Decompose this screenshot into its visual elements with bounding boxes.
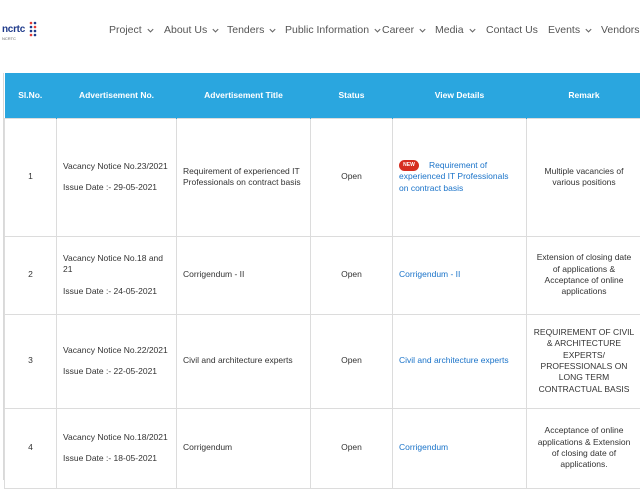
table-row: 3 Vacancy Notice No.22/2021 Issue Date :… [5, 314, 640, 408]
nav-label: Vendors [601, 24, 640, 36]
chevron-down-icon [146, 26, 155, 35]
notice-number: Vacancy Notice No.18/2021 [63, 432, 170, 443]
view-details-link[interactable]: Corrigendum - II [399, 269, 460, 279]
nav-item-project[interactable]: Project [109, 24, 155, 36]
column-header-advertisement-title: Advertisement Title [177, 73, 311, 118]
cell-sl-no: 4 [5, 408, 57, 488]
cell-advertisement-title: Requirement of experienced IT Profession… [177, 118, 311, 236]
nav-item-contact-us[interactable]: Contact Us [486, 24, 538, 36]
cell-view-details: Civil and architecture experts [393, 314, 527, 408]
chevron-down-icon [468, 26, 477, 35]
cell-sl-no: 2 [5, 236, 57, 314]
view-details-link[interactable]: Civil and architecture experts [399, 355, 509, 365]
nav-label: Public Information [285, 24, 369, 36]
cell-view-details: Corrigendum - II [393, 236, 527, 314]
new-badge-icon: NEW [399, 160, 419, 171]
cell-sl-no: 3 [5, 314, 57, 408]
nav-label: Events [548, 24, 580, 36]
nav-item-tenders[interactable]: Tenders [227, 24, 277, 36]
cell-advertisement-title: Corrigendum [177, 408, 311, 488]
cell-remark: Acceptance of online applications & Exte… [527, 408, 640, 488]
cell-status: Open [311, 118, 393, 236]
nav-item-about-us[interactable]: About Us [164, 24, 220, 36]
cell-remark: REQUIREMENT OF CIVIL & ARCHITECTURE EXPE… [527, 314, 640, 408]
nav-item-events[interactable]: Events [548, 24, 593, 36]
vacancy-table: Sl.No. Advertisement No. Advertisement T… [4, 73, 640, 489]
nav-item-vendors[interactable]: Vendors [601, 24, 640, 36]
table-row: 4 Vacancy Notice No.18/2021 Issue Date :… [5, 408, 640, 488]
issue-date: Issue Date :- 24-05-2021 [63, 286, 170, 297]
issue-date: Issue Date :- 18-05-2021 [63, 453, 170, 464]
chevron-down-icon [418, 26, 427, 35]
main-nav: Project About Us Tenders Public Informat… [0, 24, 640, 40]
notice-number: Vacancy Notice No.22/2021 [63, 345, 170, 356]
cell-view-details: Corrigendum [393, 408, 527, 488]
cell-advertisement-title: Civil and architecture experts [177, 314, 311, 408]
nav-label: Tenders [227, 24, 264, 36]
issue-date: Issue Date :- 22-05-2021 [63, 366, 170, 377]
top-header: ncrtc NCRTC Project About Us Tenders Pub… [0, 0, 640, 64]
table-row: 2 Vacancy Notice No.18 and 21 Issue Date… [5, 236, 640, 314]
view-details-link[interactable]: Corrigendum [399, 442, 448, 452]
cell-advertisement-no: Vacancy Notice No.18/2021 Issue Date :- … [57, 408, 177, 488]
nav-label: About Us [164, 24, 207, 36]
nav-item-career[interactable]: Career [382, 24, 427, 36]
nav-item-media[interactable]: Media [435, 24, 477, 36]
nav-item-public-information[interactable]: Public Information [285, 24, 382, 36]
chevron-down-icon [584, 26, 593, 35]
issue-date: Issue Date :- 29-05-2021 [63, 182, 170, 193]
cell-advertisement-no: Vacancy Notice No.22/2021 Issue Date :- … [57, 314, 177, 408]
cell-status: Open [311, 236, 393, 314]
chevron-down-icon [373, 26, 382, 35]
column-header-advertisement-no: Advertisement No. [57, 73, 177, 118]
cell-status: Open [311, 314, 393, 408]
chevron-down-icon [211, 26, 220, 35]
vacancy-table-container: Sl.No. Advertisement No. Advertisement T… [3, 73, 640, 480]
cell-advertisement-no: Vacancy Notice No.23/2021 Issue Date :- … [57, 118, 177, 236]
column-header-status: Status [311, 73, 393, 118]
nav-label: Contact Us [486, 24, 538, 36]
table-header-row: Sl.No. Advertisement No. Advertisement T… [5, 73, 640, 118]
column-header-view-details: View Details [393, 73, 527, 118]
nav-label: Project [109, 24, 142, 36]
notice-number: Vacancy Notice No.18 and 21 [63, 253, 170, 276]
notice-number: Vacancy Notice No.23/2021 [63, 161, 170, 172]
cell-status: Open [311, 408, 393, 488]
column-header-remark: Remark [527, 73, 640, 118]
cell-advertisement-no: Vacancy Notice No.18 and 21 Issue Date :… [57, 236, 177, 314]
cell-view-details: NEWRequirement of experienced IT Profess… [393, 118, 527, 236]
nav-label: Career [382, 24, 414, 36]
chevron-down-icon [268, 26, 277, 35]
cell-advertisement-title: Corrigendum - II [177, 236, 311, 314]
table-row: 1 Vacancy Notice No.23/2021 Issue Date :… [5, 118, 640, 236]
column-header-sl-no: Sl.No. [5, 73, 57, 118]
cell-remark: Extension of closing date of application… [527, 236, 640, 314]
cell-remark: Multiple vacancies of various positions [527, 118, 640, 236]
nav-label: Media [435, 24, 464, 36]
cell-sl-no: 1 [5, 118, 57, 236]
